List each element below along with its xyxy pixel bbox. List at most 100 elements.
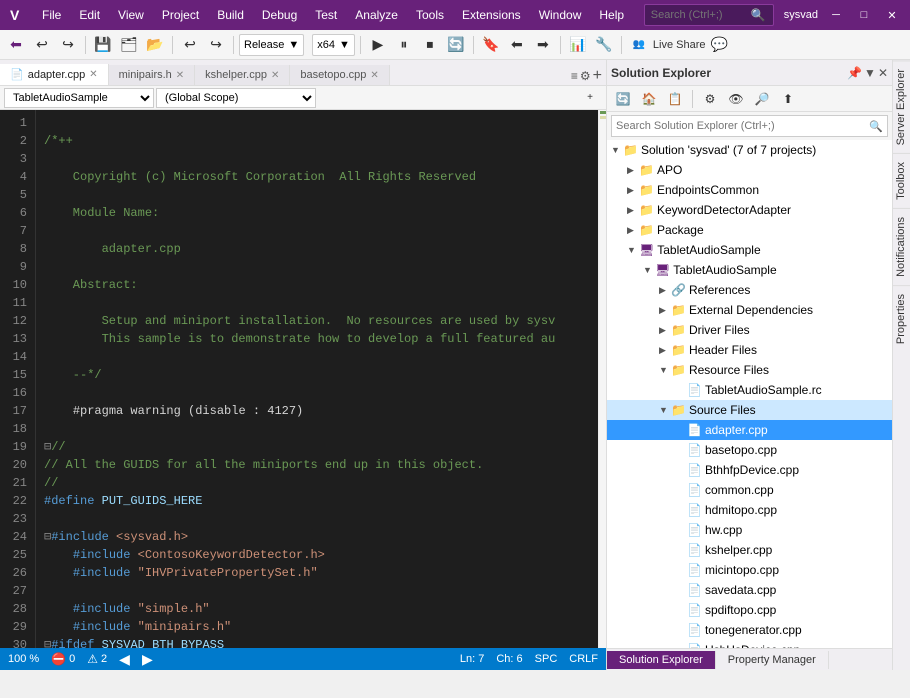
nav-forward-icon[interactable]: ▶: [142, 651, 153, 668]
bottom-tab-solution[interactable]: Solution Explorer: [607, 651, 716, 669]
nav2-button[interactable]: ➡: [531, 34, 555, 56]
menu-extensions[interactable]: Extensions: [454, 4, 529, 26]
diag-button[interactable]: 🔧: [592, 34, 616, 56]
stop-button[interactable]: ⏹: [418, 34, 442, 56]
tree-tablet-ref[interactable]: ▼ 🖥 TabletAudioSample: [607, 260, 892, 280]
redo-button[interactable]: ↪: [56, 34, 80, 56]
preview-button[interactable]: 👁: [724, 88, 748, 110]
tree-header-files[interactable]: ▶ 📁 Header Files: [607, 340, 892, 360]
tree-driver-files[interactable]: ▶ 📁 Driver Files: [607, 320, 892, 340]
panel-search[interactable]: 🔍: [611, 115, 888, 137]
bottom-tab-property[interactable]: Property Manager: [716, 651, 829, 669]
tree-spdiftopo[interactable]: ▶ 📄 spdiftopo.cpp: [607, 600, 892, 620]
tab-close-minipairs[interactable]: ✕: [176, 70, 184, 81]
tree-adapter-cpp[interactable]: ▶ 📄 adapter.cpp: [607, 420, 892, 440]
new-tab-icon[interactable]: +: [593, 67, 602, 85]
back-button[interactable]: ⬅: [4, 34, 28, 56]
config-dropdown[interactable]: Release ▼: [239, 34, 304, 56]
menu-project[interactable]: Project: [154, 4, 207, 26]
refresh-button[interactable]: 🔄: [611, 88, 635, 110]
minimize-button[interactable]: ─: [826, 9, 846, 21]
nav-back-icon[interactable]: ◀: [119, 651, 130, 668]
live-share-icon[interactable]: 👥: [627, 34, 651, 56]
maximize-button[interactable]: □: [854, 9, 874, 21]
tree-kshelper[interactable]: ▶ 📄 kshelper.cpp: [607, 540, 892, 560]
menu-debug[interactable]: Debug: [254, 4, 305, 26]
menu-test[interactable]: Test: [307, 4, 345, 26]
break-button[interactable]: ⏸: [392, 34, 416, 56]
tree-micintopo[interactable]: ▶ 📄 micintopo.cpp: [607, 560, 892, 580]
menu-file[interactable]: File: [34, 4, 69, 26]
title-search-input[interactable]: [651, 9, 751, 21]
show-all-button[interactable]: 📋: [663, 88, 687, 110]
panel-search-input[interactable]: [616, 120, 869, 132]
home-button[interactable]: 🏠: [637, 88, 661, 110]
code-editor[interactable]: 12345 678910 1112131415 1617181920 21222…: [0, 110, 606, 648]
tab-minipairs-h[interactable]: minipairs.h ✕: [109, 65, 196, 85]
menu-window[interactable]: Window: [531, 4, 590, 26]
tree-resource-files[interactable]: ▼ 📁 Resource Files: [607, 360, 892, 380]
error-indicator[interactable]: ⛔ 0: [51, 652, 75, 666]
warning-indicator[interactable]: ⚠ 2: [87, 652, 107, 666]
tree-rc-file[interactable]: ▶ 📄 TabletAudioSample.rc: [607, 380, 892, 400]
title-search-box[interactable]: 🔍: [644, 4, 774, 26]
menu-help[interactable]: Help: [591, 4, 632, 26]
feedback-button[interactable]: 💬: [707, 34, 731, 56]
tab-adapter-cpp[interactable]: 📄 adapter.cpp ✕: [0, 64, 109, 86]
menu-view[interactable]: View: [110, 4, 152, 26]
code-text[interactable]: /*++ Copyright (c) Microsoft Corporation…: [36, 110, 598, 648]
tree-hw[interactable]: ▶ 📄 hw.cpp: [607, 520, 892, 540]
panel-menu-icon[interactable]: ▼: [864, 66, 876, 80]
side-tab-properties[interactable]: Properties: [893, 285, 910, 352]
redo2-button[interactable]: ↪: [204, 34, 228, 56]
tree-apo[interactable]: ▶ 📁 APO: [607, 160, 892, 180]
bookmark-button[interactable]: 🔖: [479, 34, 503, 56]
side-tab-toolbox[interactable]: Toolbox: [893, 153, 910, 208]
tree-keyword[interactable]: ▶ 📁 KeywordDetectorAdapter: [607, 200, 892, 220]
tab-close-basetopo[interactable]: ✕: [370, 70, 378, 81]
tree-tonegenerator[interactable]: ▶ 📄 tonegenerator.cpp: [607, 620, 892, 640]
tab-basetopo-cpp[interactable]: basetopo.cpp ✕: [290, 65, 389, 85]
expand-editor-button[interactable]: +: [578, 87, 602, 109]
menu-edit[interactable]: Edit: [71, 4, 108, 26]
tree-package[interactable]: ▶ 📁 Package: [607, 220, 892, 240]
nav-button[interactable]: ⬅: [505, 34, 529, 56]
tab-pin-icon[interactable]: ⚙: [580, 69, 591, 83]
save-all-button[interactable]: 🗂: [117, 34, 141, 56]
tree-endpoints[interactable]: ▶ 📁 EndpointsCommon: [607, 180, 892, 200]
tree-references[interactable]: ▶ 🔗 References: [607, 280, 892, 300]
tab-kshelper-cpp[interactable]: kshelper.cpp ✕: [195, 65, 290, 85]
tab-close-kshelper[interactable]: ✕: [271, 70, 279, 81]
tree-view[interactable]: ▼ 📁 Solution 'sysvad' (7 of 7 projects) …: [607, 140, 892, 648]
perf-button[interactable]: 📊: [566, 34, 590, 56]
undo-button[interactable]: ↩: [30, 34, 54, 56]
tab-list-icon[interactable]: ≡: [571, 69, 578, 83]
menu-analyze[interactable]: Analyze: [347, 4, 406, 26]
class-dropdown[interactable]: TabletAudioSample: [4, 88, 154, 108]
tree-savedata[interactable]: ▶ 📄 savedata.cpp: [607, 580, 892, 600]
filter-button[interactable]: 🔎: [750, 88, 774, 110]
git-button[interactable]: ⬆: [776, 88, 800, 110]
properties-button[interactable]: ⚙: [698, 88, 722, 110]
side-tab-notifications[interactable]: Notifications: [893, 208, 910, 285]
tree-usbhs[interactable]: ▶ 📄 UsbHsDevice.cpp: [607, 640, 892, 648]
tree-hdmitopo[interactable]: ▶ 📄 hdmitopo.cpp: [607, 500, 892, 520]
open-button[interactable]: 📂: [143, 34, 167, 56]
start-button[interactable]: ▶: [366, 34, 390, 56]
panel-close-icon[interactable]: ✕: [878, 66, 888, 80]
save-button[interactable]: 💾: [91, 34, 115, 56]
platform-dropdown[interactable]: x64 ▼: [312, 34, 355, 56]
scope-dropdown[interactable]: (Global Scope): [156, 88, 316, 108]
close-button[interactable]: ✕: [882, 9, 902, 22]
tree-basetopo[interactable]: ▶ 📄 basetopo.cpp: [607, 440, 892, 460]
tab-close-adapter[interactable]: ✕: [89, 69, 97, 80]
pin-icon[interactable]: 📌: [847, 66, 862, 80]
tree-tablet[interactable]: ▼ 🖥 TabletAudioSample: [607, 240, 892, 260]
tree-ext-deps[interactable]: ▶ 📁 External Dependencies: [607, 300, 892, 320]
side-tab-server[interactable]: Server Explorer: [893, 60, 910, 153]
tree-source-files[interactable]: ▼ 📁 Source Files: [607, 400, 892, 420]
menu-build[interactable]: Build: [209, 4, 252, 26]
tree-solution[interactable]: ▼ 📁 Solution 'sysvad' (7 of 7 projects): [607, 140, 892, 160]
undo2-button[interactable]: ↩: [178, 34, 202, 56]
menu-tools[interactable]: Tools: [408, 4, 452, 26]
